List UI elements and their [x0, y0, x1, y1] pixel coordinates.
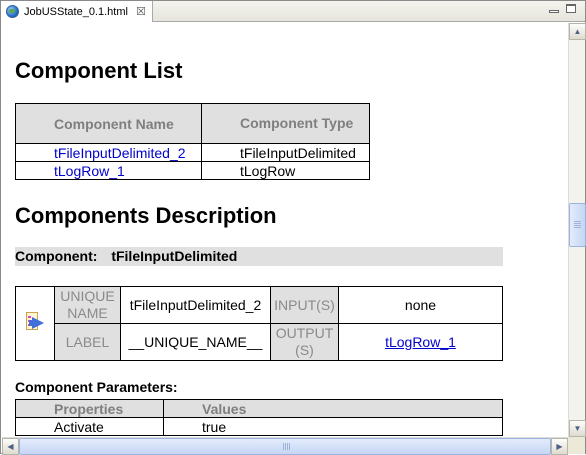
- property-cell: Activate: [15, 417, 164, 436]
- vertical-scrollbar[interactable]: ▲ ▼: [568, 23, 586, 437]
- component-header-label: Component:: [15, 248, 98, 264]
- vertical-scroll-thumb[interactable]: [569, 203, 586, 247]
- unique-name-value: tFileInputDelimited_2: [120, 286, 271, 324]
- outputs-value-cell: tLogRow_1: [338, 323, 503, 361]
- component-type-cell: tFileInputDelimited: [201, 143, 370, 162]
- component-icon-cell: [15, 286, 55, 361]
- output-component-link[interactable]: tLogRow_1: [385, 334, 456, 350]
- column-header-type: Component Type: [201, 103, 370, 144]
- minimize-icon[interactable]: [549, 4, 559, 16]
- file-input-component-icon: [24, 311, 46, 333]
- value-cell: true: [163, 417, 503, 436]
- horizontal-scrollbar[interactable]: ◀ ▶: [2, 437, 568, 455]
- label-label: LABEL: [54, 323, 121, 361]
- globe-icon: [6, 5, 19, 18]
- component-link[interactable]: tFileInputDelimited_2: [15, 143, 202, 162]
- column-header-name: Component Name: [15, 103, 202, 144]
- label-value: __UNIQUE_NAME__: [120, 323, 271, 361]
- scroll-left-icon[interactable]: ◀: [2, 438, 19, 455]
- unique-name-label: UNIQUE NAME: [54, 286, 121, 324]
- table-header-row: Component Name Component Type: [15, 103, 370, 144]
- component-link[interactable]: tLogRow_1: [15, 161, 202, 180]
- component-detail-table: UNIQUE NAME tFileInputDelimited_2 INPUT(…: [15, 286, 503, 361]
- components-description-heading: Components Description: [15, 203, 277, 228]
- component-parameters-heading: Component Parameters:: [15, 379, 178, 395]
- editor-frame: JobUSState_0.1.html ☒ Component List Com…: [0, 0, 586, 455]
- column-header-properties: Properties: [15, 399, 164, 418]
- scrollbar-corner: [568, 437, 585, 454]
- component-header-bar: Component: tFileInputDelimited: [15, 247, 503, 266]
- table-header-row: Properties Values: [15, 399, 503, 418]
- component-parameters-table: Properties Values Activate true: [15, 399, 503, 436]
- column-header-values: Values: [163, 399, 503, 418]
- editor-tab[interactable]: JobUSState_0.1.html ☒: [1, 1, 153, 22]
- scroll-right-icon[interactable]: ▶: [551, 438, 568, 455]
- outputs-label: OUTPUT (S): [270, 323, 339, 361]
- scroll-up-icon[interactable]: ▲: [569, 23, 586, 40]
- component-list-heading: Component List: [15, 58, 183, 83]
- inputs-label: INPUT(S): [270, 286, 339, 324]
- scroll-down-icon[interactable]: ▼: [569, 420, 586, 437]
- horizontal-scroll-thumb[interactable]: [19, 438, 551, 455]
- inputs-value: none: [338, 286, 503, 324]
- html-viewport[interactable]: Component List Component Name Component …: [2, 23, 568, 437]
- table-row: tLogRow_1 tLogRow: [15, 161, 370, 180]
- editor-tab-bar: JobUSState_0.1.html ☒: [1, 1, 585, 22]
- table-row: UNIQUE NAME tFileInputDelimited_2 INPUT(…: [15, 286, 503, 361]
- maximize-icon[interactable]: [566, 4, 576, 16]
- tab-title: JobUSState_0.1.html: [24, 5, 128, 18]
- tab-close-icon[interactable]: ☒: [136, 5, 146, 18]
- component-type-cell: tLogRow: [201, 161, 370, 180]
- component-list-table: Component Name Component Type tFileInput…: [15, 103, 370, 180]
- table-row: LABEL __UNIQUE_NAME__ OUTPUT (S) tLogRow…: [16, 323, 503, 361]
- table-row: tFileInputDelimited_2 tFileInputDelimite…: [15, 143, 370, 162]
- table-row: Activate true: [15, 417, 503, 436]
- component-header-name: tFileInputDelimited: [111, 248, 238, 264]
